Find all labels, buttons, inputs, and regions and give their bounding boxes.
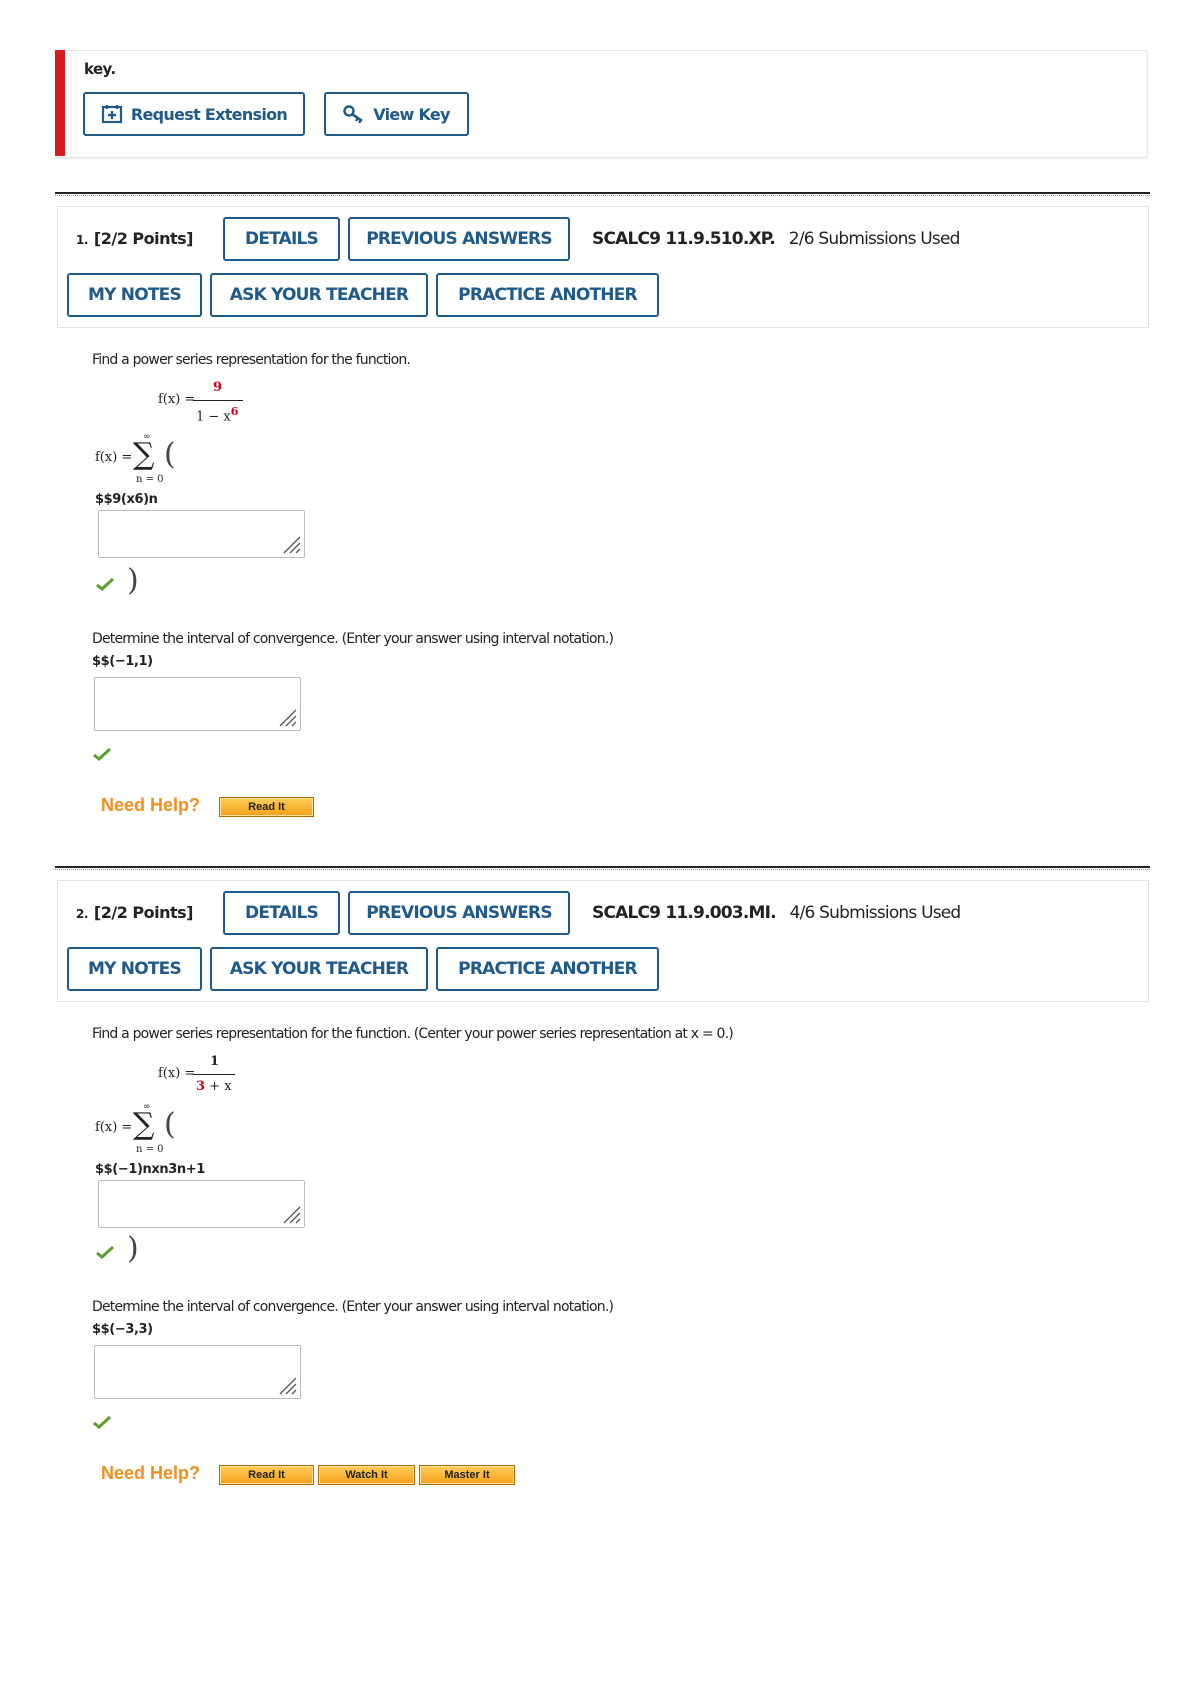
my-notes-button[interactable]: MY NOTES <box>67 947 202 991</box>
question-2-points: 2. [2/2 Points] <box>76 903 194 922</box>
alert-text: key. <box>84 60 116 78</box>
sigma-lower-limit: n = 0 <box>136 1144 164 1155</box>
key-icon <box>343 105 363 123</box>
master-it-button[interactable]: Master It <box>419 1465 515 1485</box>
details-button[interactable]: DETAILS <box>223 217 340 261</box>
fraction-bar <box>193 1074 235 1075</box>
correct-check-icon <box>93 747 112 761</box>
need-help-label: Need Help? <box>101 795 201 815</box>
details-button[interactable]: DETAILS <box>223 891 340 935</box>
request-extension-button[interactable]: Request Extension <box>83 92 305 136</box>
read-it-button[interactable]: Read It <box>219 1465 314 1485</box>
fraction-bar <box>193 400 243 401</box>
question-code: SCALC9 11.9.003.MI. <box>592 903 777 923</box>
question-1-prompt: Find a power series representation for t… <box>92 352 411 368</box>
view-key-button[interactable]: View Key <box>324 92 469 136</box>
question-separator <box>55 192 1150 194</box>
function-denominator: 3 + x <box>196 1079 232 1094</box>
series-lhs: f(x) = <box>95 1120 133 1135</box>
question-1-points: 1. [2/2 Points] <box>76 229 194 248</box>
interval-prompt: Determine the interval of convergence. (… <box>92 1299 614 1315</box>
question-code: SCALC9 11.9.510.XP. <box>592 229 776 249</box>
function-numerator: 1 <box>210 1054 220 1069</box>
sigma-symbol: ∑ <box>133 437 155 472</box>
interval-answer-text: $$(−3,3) <box>92 1322 153 1337</box>
sigma-symbol: ∑ <box>133 1107 155 1142</box>
previous-answers-button[interactable]: PREVIOUS ANSWERS <box>348 891 570 935</box>
close-paren: ) <box>127 1231 139 1266</box>
my-notes-button[interactable]: MY NOTES <box>67 273 202 317</box>
question-2-meta: SCALC9 11.9.003.MI. 4/6 Submissions Used <box>592 903 962 923</box>
sigma-lower-limit: n = 0 <box>136 474 164 485</box>
resize-handle-icon[interactable] <box>282 535 302 555</box>
question-separator-dots <box>55 869 1150 870</box>
need-help-label: Need Help? <box>101 1463 201 1483</box>
practice-another-button[interactable]: PRACTICE ANOTHER <box>436 273 659 317</box>
function-lhs: f(x) = <box>158 1066 196 1081</box>
function-numerator: 9 <box>213 380 223 395</box>
resize-handle-icon[interactable] <box>278 1376 298 1396</box>
series-answer-input[interactable] <box>98 510 305 558</box>
calendar-plus-icon <box>101 105 122 124</box>
previous-answers-button[interactable]: PREVIOUS ANSWERS <box>348 217 570 261</box>
ask-your-teacher-button[interactable]: ASK YOUR TEACHER <box>210 947 428 991</box>
resize-handle-icon[interactable] <box>282 1205 302 1225</box>
series-answer-text: $$9(x6)n <box>95 492 158 507</box>
resize-handle-icon[interactable] <box>278 708 298 728</box>
function-denominator: 1 − x6 <box>196 405 239 425</box>
interval-prompt: Determine the interval of convergence. (… <box>92 631 614 647</box>
request-extension-label: Request Extension <box>130 104 288 124</box>
view-key-label: View Key <box>373 104 450 124</box>
question-separator <box>55 866 1150 868</box>
open-paren: ( <box>164 437 176 472</box>
watch-it-button[interactable]: Watch It <box>318 1465 415 1485</box>
correct-check-icon <box>93 1415 112 1429</box>
question-separator-dots <box>55 195 1150 196</box>
series-lhs: f(x) = <box>95 450 133 465</box>
submissions-used: 2/6 Submissions Used <box>788 229 961 249</box>
read-it-button[interactable]: Read It <box>219 797 314 817</box>
question-1-meta: SCALC9 11.9.510.XP. 2/6 Submissions Used <box>592 229 960 249</box>
question-2-prompt: Find a power series representation for t… <box>92 1026 734 1042</box>
ask-your-teacher-button[interactable]: ASK YOUR TEACHER <box>210 273 428 317</box>
correct-check-icon <box>96 577 115 591</box>
series-answer-input[interactable] <box>98 1180 305 1228</box>
interval-answer-text: $$(−1,1) <box>92 654 153 669</box>
close-paren: ) <box>127 563 139 598</box>
alert-accent-bar <box>55 50 65 156</box>
correct-check-icon <box>96 1245 115 1259</box>
function-lhs: f(x) = <box>158 392 196 407</box>
submissions-used: 4/6 Submissions Used <box>789 903 962 923</box>
open-paren: ( <box>164 1107 176 1142</box>
series-answer-text: $$(−1)nxn3n+1 <box>95 1162 205 1177</box>
interval-answer-input[interactable] <box>94 1345 301 1399</box>
practice-another-button[interactable]: PRACTICE ANOTHER <box>436 947 659 991</box>
interval-answer-input[interactable] <box>94 677 301 731</box>
